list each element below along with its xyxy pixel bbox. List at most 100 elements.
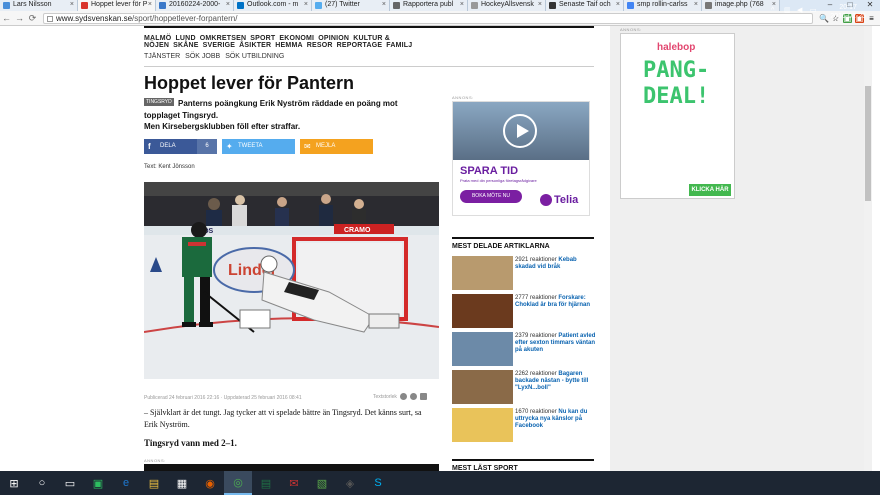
explorer-taskbar-icon[interactable]: ▤	[140, 471, 168, 495]
most-shared-thumbnail[interactable]	[452, 370, 513, 404]
back-icon[interactable]: ←	[0, 13, 13, 23]
browser-tab[interactable]: Outlook.com - m ×	[234, 0, 312, 11]
print-icon[interactable]	[419, 393, 427, 400]
twitter-share-button[interactable]: ✦ TWEETA	[222, 139, 295, 154]
nav-item[interactable]: OMKRETSEN	[200, 35, 247, 42]
halebop-ad[interactable]: halebop PANG- DEAL! KLICKA HÄR	[620, 33, 735, 199]
mail-share-label: MEJLA	[316, 143, 336, 149]
most-shared-item[interactable]: 2379 reaktioner Patient avled efter sext…	[452, 332, 595, 368]
telia-ad-headline: SPARA TID	[460, 165, 519, 177]
article-photo[interactable]: RYDS CRAMO Linder	[144, 182, 439, 379]
nav-item[interactable]: ÅSIKTER	[239, 42, 271, 49]
volume-icon[interactable]: ◀	[797, 7, 805, 15]
browser-tab[interactable]: HockeyAllsvensk ×	[468, 0, 546, 11]
tab-close-icon[interactable]: ×	[382, 1, 386, 8]
most-shared-item[interactable]: 2777 reaktioner Forskare: Choklad är bra…	[452, 294, 594, 330]
media-taskbar-icon[interactable]: ◈	[336, 471, 364, 495]
nav-item[interactable]: HEMMA	[275, 42, 302, 49]
most-shared-item[interactable]: 2921 reaktioner Kebab skadad vid bråk	[452, 256, 594, 292]
nav-item[interactable]: REPORTAGE	[337, 42, 383, 49]
telia-ad-button[interactable]: BOKA MÖTE NU	[460, 190, 522, 203]
zoom-icon[interactable]: 🔍	[819, 14, 829, 23]
language-icon[interactable]: ▭	[810, 7, 818, 15]
tab-favicon-icon	[705, 2, 712, 9]
nav-item[interactable]: MALMÖ	[144, 35, 171, 42]
forward-icon[interactable]: →	[13, 13, 26, 23]
tab-close-icon[interactable]: ×	[460, 1, 464, 8]
skype-taskbar-icon[interactable]: S	[364, 471, 392, 495]
text-size-label: Textstorlek	[373, 393, 397, 400]
taskview-taskbar-icon[interactable]: ▭	[56, 471, 84, 495]
nav-item[interactable]: LUND	[175, 35, 195, 42]
secondary-nav-item[interactable]: SÖK UTBILDNING	[225, 53, 284, 60]
bottom-ad[interactable]	[144, 464, 439, 471]
tab-label: smp rollin-carlss	[637, 1, 688, 8]
byline: Text: Kent Jönsson	[144, 164, 195, 170]
most-shared-thumbnail[interactable]	[452, 332, 513, 366]
nav-item[interactable]: SKÅNE	[173, 42, 199, 49]
rink-sign-cramo: CRAMO	[344, 227, 371, 234]
browser-tab[interactable]: Hoppet lever för P ×	[78, 0, 156, 11]
start-taskbar-icon[interactable]: ⊞	[0, 471, 28, 495]
evernote-taskbar-icon[interactable]: ▣	[84, 471, 112, 495]
tab-label: Rapportera publ	[403, 1, 454, 8]
tab-close-icon[interactable]: ×	[70, 1, 74, 8]
text-size-controls: Textstorlek	[373, 393, 427, 400]
nav-item[interactable]: FAMILJ	[386, 42, 412, 49]
article-lead-1: Panterns poängkung Erik Nyström räddade …	[178, 99, 398, 108]
menu-icon[interactable]: ≡	[867, 14, 876, 23]
nav-item[interactable]: RESOR	[307, 42, 333, 49]
edge-taskbar-icon[interactable]: e	[112, 471, 140, 495]
browser-tab[interactable]: smp rollin-carlss ×	[624, 0, 702, 11]
excel-taskbar-icon[interactable]: ▤	[252, 471, 280, 495]
url-input[interactable]: www.sydsvenskan.se/sport/hoppetlever-for…	[43, 12, 813, 24]
store-taskbar-icon[interactable]: ▦	[168, 471, 196, 495]
tab-close-icon[interactable]: ×	[226, 1, 230, 8]
tab-close-icon[interactable]: ×	[616, 1, 620, 8]
tab-label: HockeyAllsvensk	[481, 1, 534, 8]
section-tag[interactable]: TINGSRYD	[144, 98, 174, 106]
nav-item[interactable]: OPINION	[318, 35, 349, 42]
halebop-ad-button[interactable]: KLICKA HÄR	[689, 184, 731, 196]
tab-close-icon[interactable]: ×	[304, 1, 308, 8]
scrollbar-thumb[interactable]	[865, 86, 871, 201]
mail-share-button[interactable]: ✉ MEJLA	[300, 139, 373, 154]
photos-taskbar-icon[interactable]: ▧	[308, 471, 336, 495]
tab-close-icon[interactable]: ×	[148, 1, 152, 8]
tab-close-icon[interactable]: ×	[538, 1, 542, 8]
mail-taskbar-icon[interactable]: ✉	[280, 471, 308, 495]
most-shared-thumbnail[interactable]	[452, 408, 513, 442]
telia-logo: Telia	[540, 194, 578, 207]
most-shared-item[interactable]: 1670 reaktioner Nu kan du uttrycka nya k…	[452, 408, 594, 444]
nav-item[interactable]: SVERIGE	[203, 42, 236, 49]
reload-icon[interactable]: ⟳	[26, 13, 39, 24]
telia-ad[interactable]: SPARA TID Prata med din personliga föret…	[452, 101, 590, 216]
browser-tab[interactable]: (27) Twitter ×	[312, 0, 390, 11]
browser-tab[interactable]: Rapportera publ ×	[390, 0, 468, 11]
browser-tab[interactable]: Senaste Taif och ×	[546, 0, 624, 11]
firefox-taskbar-icon[interactable]: ◉	[196, 471, 224, 495]
browser-tab[interactable]: image.php (768 ×	[702, 0, 780, 11]
most-shared-thumbnail[interactable]	[452, 256, 513, 290]
facebook-share-button[interactable]: f DELA 6	[144, 139, 217, 154]
text-size-minus-icon[interactable]	[409, 393, 417, 400]
chrome-taskbar-icon[interactable]: ◎	[224, 471, 252, 495]
most-shared-item[interactable]: 2262 reaktioner Bagaren backade nästan -…	[452, 370, 594, 406]
web-page: MALMÖ LUND OMKRETSEN SPORT EKONOMI OPINION KUL…	[0, 26, 880, 471]
tray-up-icon[interactable]: ^	[771, 7, 779, 15]
nav-item[interactable]: EKONOMI	[279, 35, 314, 42]
most-shared-thumbnail[interactable]	[452, 294, 513, 328]
browser-tab[interactable]: Lars Nilsson ×	[0, 0, 78, 11]
taskbar-clock[interactable]: 20:17 2016-02-25	[830, 3, 866, 21]
text-size-plus-icon[interactable]	[399, 393, 407, 400]
secondary-nav-item[interactable]: TJÄNSTER	[144, 53, 180, 60]
ad-video[interactable]	[453, 102, 589, 160]
tab-close-icon[interactable]: ×	[694, 1, 698, 8]
secondary-nav-item[interactable]: SÖK JOBB	[185, 53, 220, 60]
network-icon[interactable]: ▥	[784, 7, 792, 15]
nav-item[interactable]: SPORT	[250, 35, 275, 42]
browser-tab[interactable]: 20160224-2000- ×	[156, 0, 234, 11]
page-scrollbar[interactable]	[864, 26, 872, 471]
play-icon[interactable]	[503, 114, 537, 148]
search-taskbar-icon[interactable]: ○	[28, 471, 56, 495]
